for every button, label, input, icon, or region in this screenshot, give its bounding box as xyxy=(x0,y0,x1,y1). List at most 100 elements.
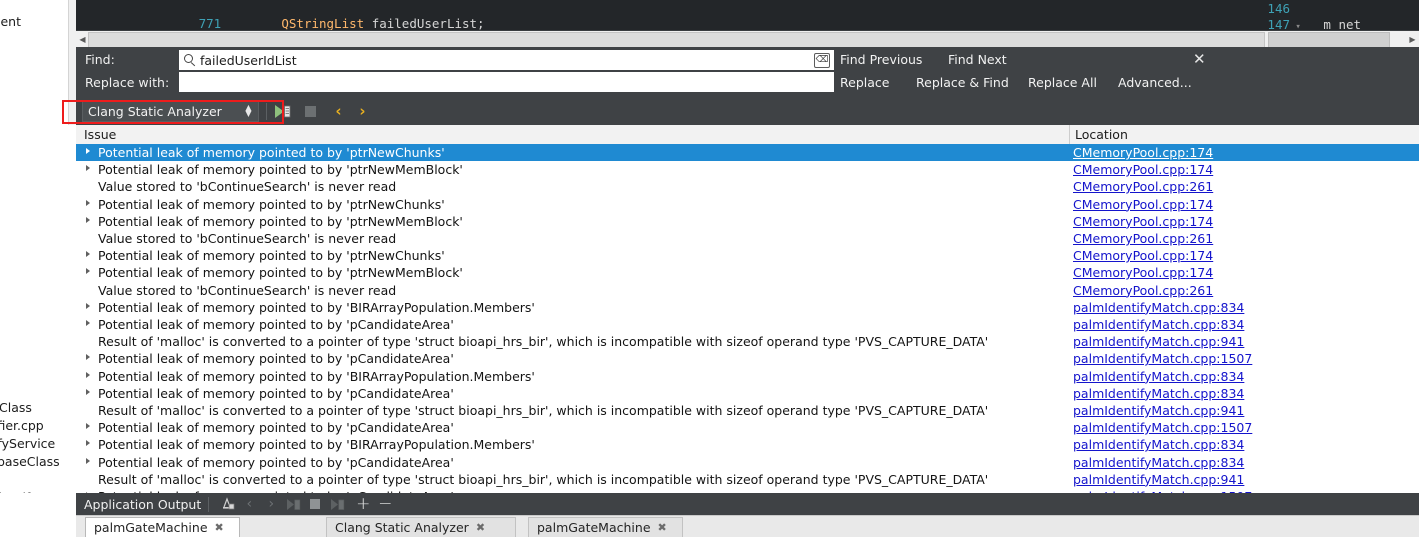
issue-description: Potential leak of memory pointed to by '… xyxy=(98,145,445,160)
table-row[interactable]: Potential leak of memory pointed to by '… xyxy=(76,350,1419,367)
expand-arrow-icon[interactable] xyxy=(86,165,90,172)
issue-location-link[interactable]: CMemoryPool.cpp:174 xyxy=(1073,247,1213,264)
issue-location-link[interactable]: CMemoryPool.cpp:174 xyxy=(1073,213,1213,230)
table-row[interactable]: Value stored to 'bContinueSearch' is nev… xyxy=(76,178,1419,195)
qt-creator-window: ient Class ifier.cpp ifyService baseClas… xyxy=(0,0,1419,537)
find-input[interactable]: failedUserIdList ⌫ xyxy=(179,50,834,70)
output-tab-palmgatemachine-1[interactable]: palmGateMachine ✖ xyxy=(85,517,240,537)
tree-item-fragment[interactable]: ient xyxy=(0,14,21,29)
expand-arrow-icon[interactable] xyxy=(86,354,90,361)
issue-description: Potential leak of memory pointed to by '… xyxy=(98,248,445,264)
close-tab-icon[interactable]: ✖ xyxy=(476,521,485,534)
expand-arrow-icon[interactable] xyxy=(86,423,90,430)
expand-arrow-icon[interactable] xyxy=(86,388,90,395)
issue-location-link[interactable]: palmIdentifyMatch.cpp:941 xyxy=(1073,471,1244,488)
table-row[interactable]: Potential leak of memory pointed to by '… xyxy=(76,247,1419,264)
tree-item-fragment[interactable]: baseClass xyxy=(0,454,60,469)
analyzer-tool-select[interactable]: Clang Static Analyzer ▲ ▼ xyxy=(82,101,259,122)
issue-location-link[interactable]: palmIdentifyMatch.cpp:834 xyxy=(1073,385,1244,402)
editor-horizontal-scrollbar[interactable]: ◀ ▶ xyxy=(76,30,1419,49)
issue-location-link[interactable]: palmIdentifyMatch.cpp:834 xyxy=(1073,316,1244,333)
previous-output-icon[interactable]: ‹ xyxy=(240,495,258,513)
table-row[interactable]: Potential leak of memory pointed to by '… xyxy=(76,299,1419,316)
issue-location-link[interactable]: palmIdentifyMatch.cpp:834 xyxy=(1073,299,1244,316)
previous-issue-icon[interactable]: ‹ xyxy=(329,102,348,121)
table-row[interactable]: Result of 'malloc' is converted to a poi… xyxy=(76,402,1419,419)
scroll-right-arrow-icon[interactable]: ▶ xyxy=(1406,31,1419,48)
close-tab-icon[interactable]: ✖ xyxy=(658,521,667,534)
issue-location-link[interactable]: CMemoryPool.cpp:261 xyxy=(1073,230,1213,247)
clear-search-icon[interactable]: ⌫ xyxy=(814,53,830,68)
issue-location-link[interactable]: palmIdentifyMatch.cpp:1507 xyxy=(1073,419,1252,436)
replace-button[interactable]: Replace xyxy=(840,75,889,90)
column-header-issue[interactable]: Issue xyxy=(84,127,116,142)
zoom-in-icon[interactable]: + xyxy=(354,495,372,513)
table-row[interactable]: Potential leak of memory pointed to by '… xyxy=(76,385,1419,402)
zoom-out-icon[interactable]: − xyxy=(376,495,394,513)
table-row[interactable]: Potential leak of memory pointed to by '… xyxy=(76,368,1419,385)
issue-location-link[interactable]: palmIdentifyMatch.cpp:834 xyxy=(1073,454,1244,471)
table-row[interactable]: Potential leak of memory pointed to by '… xyxy=(76,316,1419,333)
issue-location-link[interactable]: palmIdentifyMatch.cpp:1507 xyxy=(1073,350,1252,367)
issue-location-link[interactable]: palmIdentifyMatch.cpp:834 xyxy=(1073,368,1244,385)
issue-location-link[interactable]: palmIdentifyMatch.cpp:941 xyxy=(1073,402,1244,419)
attach-debugger-icon[interactable] xyxy=(218,495,236,513)
table-row[interactable]: Potential leak of memory pointed to by '… xyxy=(76,264,1419,281)
tree-item-fragment[interactable]: Class xyxy=(0,400,32,415)
replace-and-find-button[interactable]: Replace & Find xyxy=(916,75,1009,90)
table-row[interactable]: Potential leak of memory pointed to by '… xyxy=(76,196,1419,213)
expand-arrow-icon[interactable] xyxy=(86,302,90,309)
close-tab-icon[interactable]: ✖ xyxy=(215,521,224,534)
issue-location-link[interactable]: palmIdentifyMatch.cpp:834 xyxy=(1073,436,1244,453)
column-divider[interactable] xyxy=(1069,125,1070,144)
output-tab-label: Clang Static Analyzer xyxy=(335,520,469,535)
find-previous-button[interactable]: Find Previous xyxy=(840,52,922,67)
code-editor-pane[interactable]: 771 QStringList failedUserList; 772 QJso… xyxy=(76,0,1419,30)
start-analyzer-icon[interactable] xyxy=(273,102,292,121)
expand-arrow-icon[interactable] xyxy=(86,320,90,326)
expand-arrow-icon[interactable] xyxy=(86,371,90,378)
replace-input[interactable] xyxy=(179,72,834,92)
table-row[interactable]: Potential leak of memory pointed to by '… xyxy=(76,213,1419,230)
tree-item-fragment[interactable]: ifyService xyxy=(0,436,55,451)
table-row[interactable]: Value stored to 'bContinueSearch' is nev… xyxy=(76,230,1419,247)
issue-location-link[interactable]: CMemoryPool.cpp:174 xyxy=(1073,161,1213,178)
issue-description: Potential leak of memory pointed to by '… xyxy=(98,454,454,470)
table-row[interactable]: Potential leak of memory pointed to by '… xyxy=(76,454,1419,471)
issue-location-link[interactable]: CMemoryPool.cpp:261 xyxy=(1073,282,1213,299)
issue-location-link[interactable]: palmIdentifyMatch.cpp:941 xyxy=(1073,333,1244,350)
expand-arrow-icon[interactable] xyxy=(86,148,90,154)
output-tab-palmgatemachine-2[interactable]: palmGateMachine ✖ xyxy=(528,517,683,537)
spinner-updown-icon[interactable]: ▲ ▼ xyxy=(244,104,253,118)
next-output-icon[interactable]: › xyxy=(262,495,280,513)
table-row[interactable]: Result of 'malloc' is converted to a poi… xyxy=(76,333,1419,350)
column-header-location[interactable]: Location xyxy=(1075,127,1128,142)
issue-location-link[interactable]: CMemoryPool.cpp:174 xyxy=(1073,264,1213,281)
replace-all-button[interactable]: Replace All xyxy=(1028,75,1097,90)
issue-location-link[interactable]: CMemoryPool.cpp:174 xyxy=(1073,196,1213,213)
table-row[interactable]: Potential leak of memory pointed to by '… xyxy=(76,161,1419,178)
next-issue-icon[interactable]: › xyxy=(353,102,372,121)
expand-arrow-icon[interactable] xyxy=(86,457,90,464)
expand-arrow-icon[interactable] xyxy=(86,440,90,447)
tree-item-fragment[interactable]: ifier.cpp xyxy=(0,418,44,433)
stop-output-icon[interactable] xyxy=(306,495,324,513)
table-row[interactable]: Potential leak of memory pointed to by '… xyxy=(76,436,1419,453)
find-next-button[interactable]: Find Next xyxy=(948,52,1007,67)
issue-location-link[interactable]: CMemoryPool.cpp:261 xyxy=(1073,178,1213,195)
expand-arrow-icon[interactable] xyxy=(86,199,90,206)
issue-location-link[interactable]: CMemoryPool.cpp:174 xyxy=(1073,144,1213,161)
advanced-button[interactable]: Advanced... xyxy=(1118,75,1192,90)
output-tab-clang-static-analyzer[interactable]: Clang Static Analyzer ✖ xyxy=(326,517,516,537)
stop-icon[interactable] xyxy=(301,102,320,121)
expand-arrow-icon[interactable] xyxy=(86,251,90,258)
run-output-icon[interactable] xyxy=(284,495,302,513)
expand-arrow-icon[interactable] xyxy=(86,216,90,223)
rerun-output-icon[interactable] xyxy=(328,495,346,513)
close-find-bar-icon[interactable]: ✕ xyxy=(1193,52,1206,67)
table-row[interactable]: Result of 'malloc' is converted to a poi… xyxy=(76,471,1419,488)
table-row[interactable]: Value stored to 'bContinueSearch' is nev… xyxy=(76,282,1419,299)
table-row[interactable]: Potential leak of memory pointed to by '… xyxy=(76,144,1419,162)
expand-arrow-icon[interactable] xyxy=(86,268,90,275)
table-row[interactable]: Potential leak of memory pointed to by '… xyxy=(76,419,1419,436)
